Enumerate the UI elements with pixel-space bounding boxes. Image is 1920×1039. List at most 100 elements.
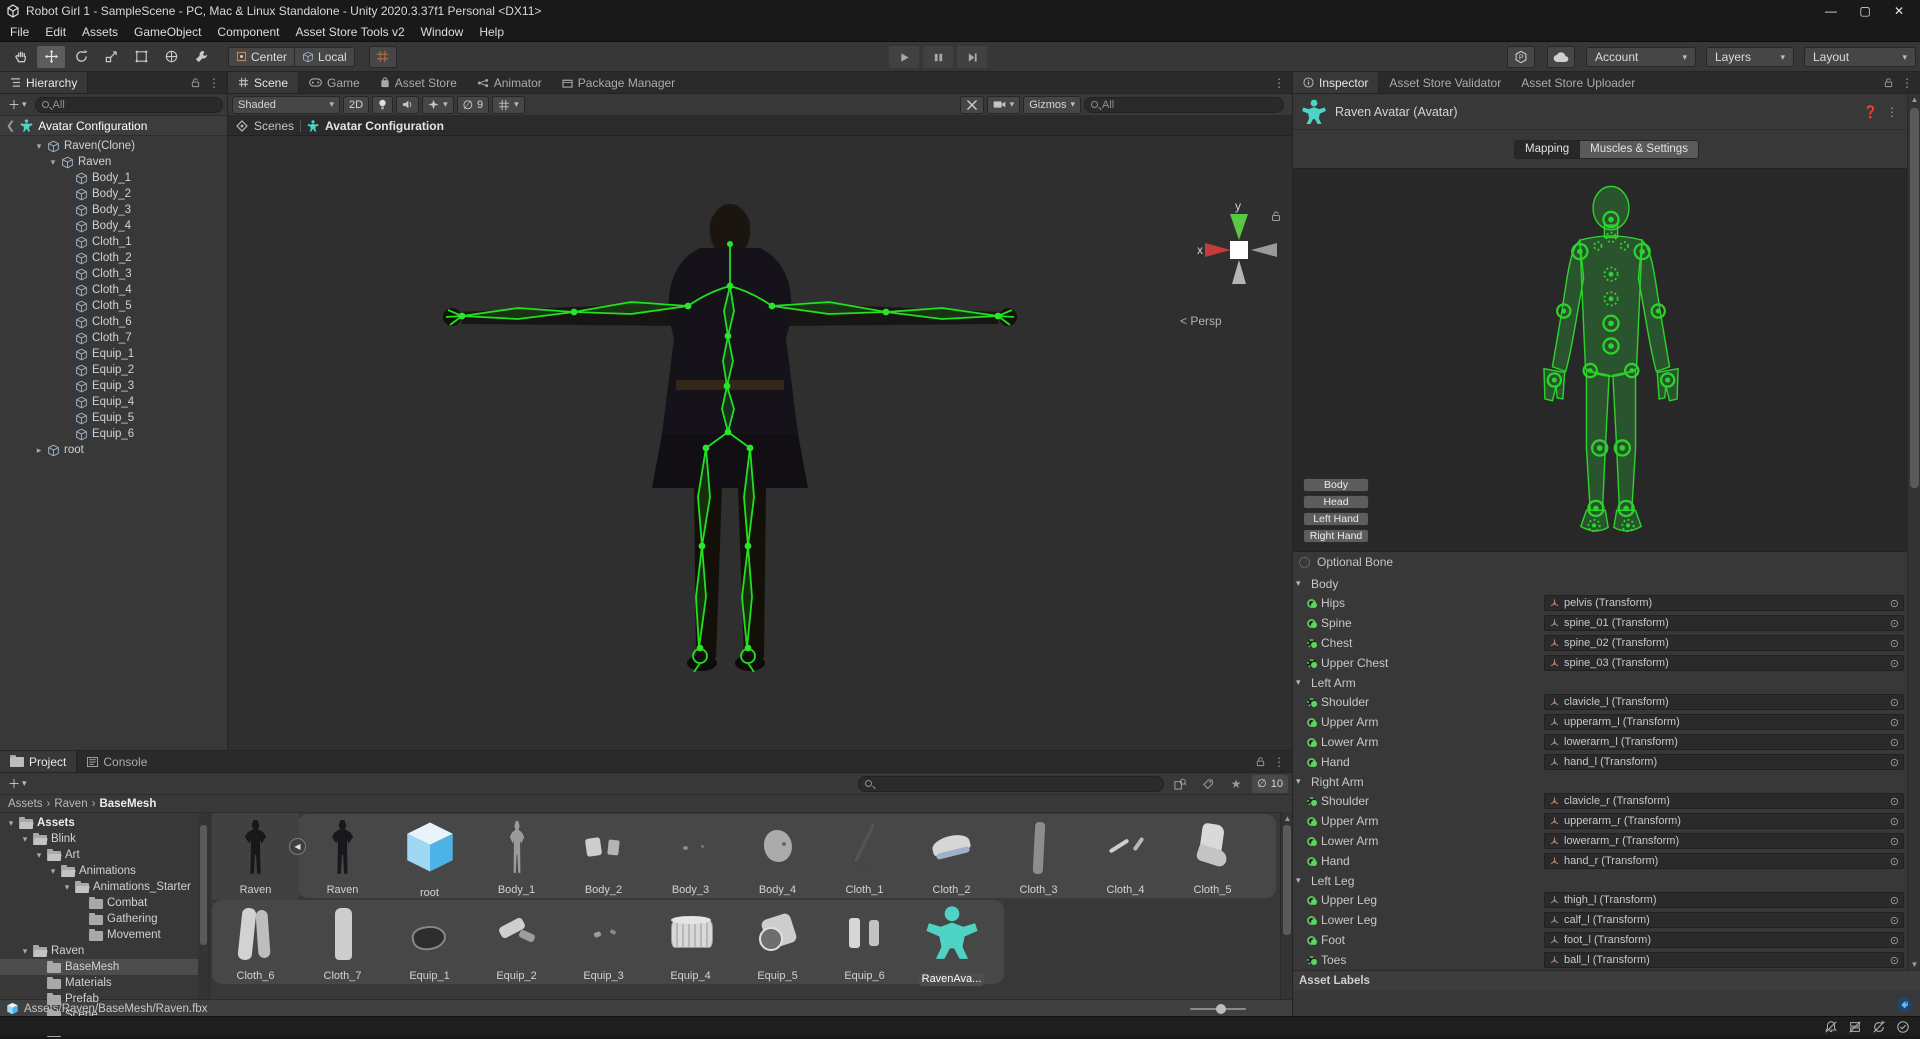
tab-muscles-settings[interactable]: Muscles & Settings [1580,139,1699,159]
folder-row[interactable]: Raven [0,943,209,959]
bone-object-field[interactable]: foot_l (Transform) ⊙ [1544,932,1904,948]
bone-row[interactable]: ▾ Left Leg ⊙ [1293,871,1920,890]
layers-dropdown[interactable]: Layers ▾ [1706,47,1794,67]
object-picker-icon[interactable]: ⊙ [1888,736,1901,749]
gizmos-dropdown[interactable]: Gizmos ▾ [1023,95,1081,114]
asset-tile[interactable]: Cloth_2 [908,813,995,900]
pause-button[interactable] [923,46,953,68]
foldout-arrow-icon[interactable]: ▾ [1296,677,1306,688]
bone-object-field[interactable]: ball_l (Transform) ⊙ [1544,952,1904,968]
bone-row[interactable]: ▾ Toes ball_l (Transform) ⊙ [1293,950,1920,970]
hierarchy-item[interactable]: Equip_4 [0,394,227,410]
hierarchy-item[interactable]: Cloth_5 [0,298,227,314]
account-dropdown[interactable]: Account ▾ [1586,47,1696,67]
rotate-tool-button[interactable] [67,46,95,68]
bone-row[interactable]: ▾ Foot foot_l (Transform) ⊙ [1293,930,1920,950]
body-map-button[interactable]: Head [1303,495,1369,509]
bone-row[interactable]: ▾ Body ⊙ [1293,574,1920,593]
cloud-services-button[interactable] [1547,46,1575,68]
menu-item[interactable]: Component [209,23,287,41]
bone-object-field[interactable]: spine_02 (Transform) ⊙ [1544,635,1904,651]
body-map-button[interactable]: Right Hand [1303,529,1369,543]
breadcrumb-assets[interactable]: Assets [8,798,43,810]
foldout-arrow-icon[interactable] [33,850,45,861]
bone-object-field[interactable]: clavicle_r (Transform) ⊙ [1544,793,1904,809]
bone-row[interactable]: ▾ Lower Arm lowerarm_r (Transform) ⊙ [1293,831,1920,851]
menu-item[interactable]: Assets [74,23,126,41]
hierarchy-item[interactable]: Equip_6 [0,426,227,442]
progress-check-icon[interactable] [1896,1020,1910,1034]
asset-tile[interactable]: Equip_5 [734,899,821,986]
bone-row[interactable]: ▾ Right Arm ⊙ [1293,772,1920,791]
object-picker-icon[interactable]: ⊙ [1888,835,1901,848]
foldout-arrow-icon[interactable] [33,445,45,456]
foldout-arrow-icon[interactable]: ▾ [1296,578,1306,589]
bone-row[interactable]: ▾ Spine spine_01 (Transform) ⊙ [1293,613,1920,633]
asset-grid[interactable]: Raven Raven root Body_1 Body_2 Body_3 Bo… [210,813,1292,999]
bone-row[interactable]: ▾ Upper Chest spine_03 (Transform) ⊙ [1293,653,1920,673]
layout-dropdown[interactable]: Layout ▾ [1804,47,1916,67]
foldout-arrow-icon[interactable] [19,834,31,845]
thumbnail-size-slider[interactable] [1190,1003,1246,1014]
foldout-arrow-icon[interactable] [5,818,17,829]
tab-inspector[interactable]: Inspector [1293,72,1380,93]
folder-row[interactable]: Movement [0,927,209,943]
menu-item[interactable]: Asset Store Tools v2 [287,23,412,41]
project-visibility-button[interactable]: ∅ 10 [1252,774,1288,793]
body-map-button[interactable]: Left Hand [1303,512,1369,526]
asset-tile[interactable]: Equip_1 [386,899,473,986]
bone-object-field[interactable]: lowerarm_l (Transform) ⊙ [1544,734,1904,750]
menu-item[interactable]: File [2,23,37,41]
slider-knob[interactable] [1216,1003,1226,1014]
step-button[interactable] [957,46,987,68]
lock-icon[interactable] [1883,77,1894,88]
asset-tile[interactable]: root [386,813,473,900]
grid-snapping-button[interactable] [368,45,397,68]
tab-asset-store-uploader[interactable]: Asset Store Uploader [1511,72,1645,93]
breadcrumb-scenes[interactable]: Scenes [254,119,294,133]
inspector-scrollbar[interactable]: ▲ ▼ [1907,94,1920,970]
hierarchy-item[interactable]: Raven(Clone) [0,138,227,154]
projection-label[interactable]: < Persp [1180,314,1222,328]
foldout-arrow-icon[interactable] [33,141,45,152]
hierarchy-item[interactable]: Body_4 [0,218,227,234]
bone-object-field[interactable]: spine_03 (Transform) ⊙ [1544,655,1904,671]
foldout-arrow-icon[interactable]: ▾ [1296,875,1306,886]
asset-tile[interactable]: Equip_4 [647,899,734,986]
kebab-menu-icon[interactable]: ⋮ [208,76,220,90]
menu-item[interactable]: Window [413,23,472,41]
asset-tile[interactable]: Cloth_6 [212,899,299,986]
breadcrumb-current[interactable]: Avatar Configuration [325,119,444,133]
close-button[interactable]: ✕ [1884,2,1914,20]
scene-effects-dropdown[interactable]: ▾ [422,95,454,114]
plastic-scm-button[interactable]: P [1507,46,1535,68]
bone-object-field[interactable]: upperarm_r (Transform) ⊙ [1544,813,1904,829]
folder-row[interactable]: Animations [0,863,209,879]
object-picker-icon[interactable]: ⊙ [1888,934,1901,947]
bone-object-field[interactable]: calf_l (Transform) ⊙ [1544,912,1904,928]
tab-scene[interactable]: Scene [228,72,300,93]
tab-package-manager[interactable]: Package Manager [552,72,685,93]
scene-tools-button[interactable] [959,95,984,114]
hierarchy-item[interactable]: Cloth_3 [0,266,227,282]
hierarchy-item[interactable]: Cloth_4 [0,282,227,298]
bone-object-field[interactable]: hand_r (Transform) ⊙ [1544,853,1904,869]
object-picker-icon[interactable]: ⊙ [1888,696,1901,709]
minimize-button[interactable]: — [1816,2,1846,20]
hierarchy-item[interactable]: Equip_2 [0,362,227,378]
maximize-button[interactable]: ▢ [1850,2,1880,20]
bone-object-field[interactable]: pelvis (Transform) ⊙ [1544,595,1904,611]
breadcrumb-basemesh[interactable]: BaseMesh [99,798,156,810]
bone-row[interactable]: ▾ Upper Arm upperarm_r (Transform) ⊙ [1293,811,1920,831]
object-picker-icon[interactable]: ⊙ [1888,756,1901,769]
tab-asset-store-validator[interactable]: Asset Store Validator [1379,72,1511,93]
hierarchy-item[interactable]: Body_2 [0,186,227,202]
asset-tile[interactable]: Cloth_7 [299,899,386,986]
bone-row[interactable]: ▾ Hand hand_l (Transform) ⊙ [1293,752,1920,772]
asset-tile[interactable]: RavenAva... [908,899,995,986]
bone-row[interactable]: ▾ Upper Leg thigh_l (Transform) ⊙ [1293,890,1920,910]
bone-row[interactable]: ▾ Left Arm ⊙ [1293,673,1920,692]
asset-tile[interactable]: Body_3 [647,813,734,900]
bone-object-field[interactable]: upperarm_l (Transform) ⊙ [1544,714,1904,730]
asset-label-tag-icon[interactable] [1897,997,1912,1012]
